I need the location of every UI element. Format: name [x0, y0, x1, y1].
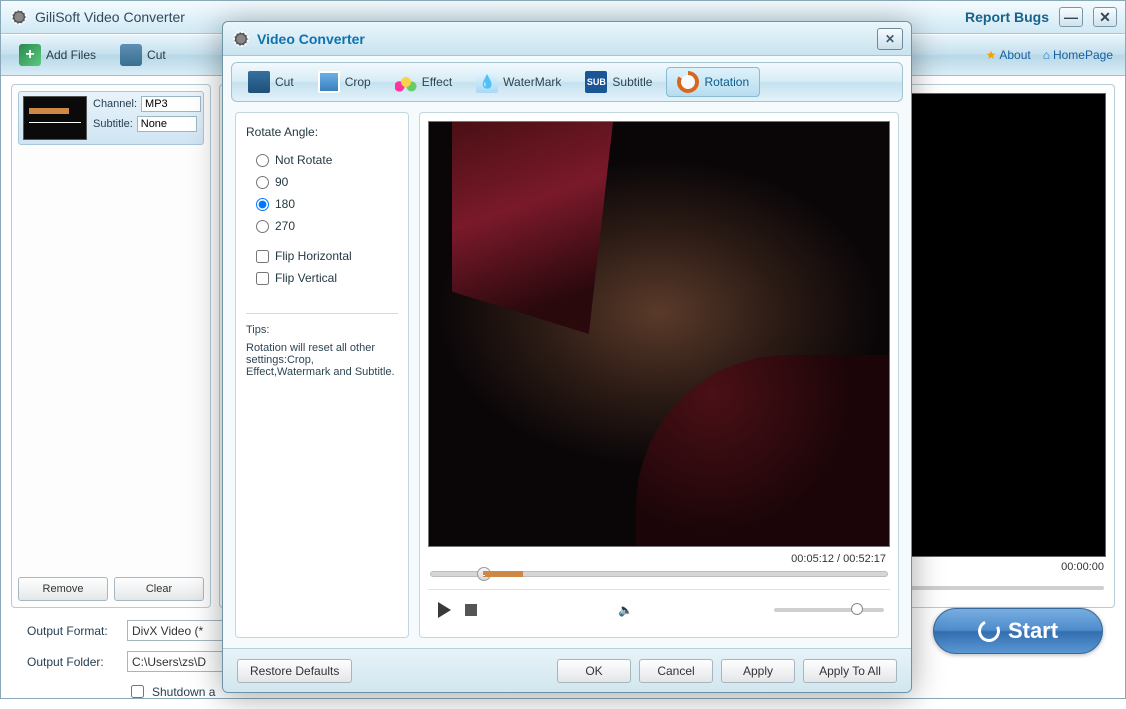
- restore-defaults-button[interactable]: Restore Defaults: [237, 659, 352, 683]
- radio-270[interactable]: 270: [256, 219, 398, 233]
- output-format-input[interactable]: [127, 620, 237, 641]
- dialog-body: Rotate Angle: Not Rotate 90 180 270 Flip…: [223, 102, 911, 648]
- dialog-footer: Restore Defaults OK Cancel Apply Apply T…: [223, 648, 911, 692]
- rotate-angle-label: Rotate Angle:: [246, 125, 398, 139]
- file-thumbnail: [23, 96, 87, 140]
- check-flip-horizontal[interactable]: Flip Horizontal: [256, 249, 398, 263]
- preview-video: [428, 121, 890, 547]
- tab-cut-label: Cut: [275, 75, 294, 89]
- preview-controls: 🔈: [428, 589, 890, 629]
- rotation-settings-pane: Rotate Angle: Not Rotate 90 180 270 Flip…: [235, 112, 409, 638]
- refresh-icon: [975, 617, 1003, 645]
- tab-cut[interactable]: Cut: [238, 67, 304, 97]
- homepage-link[interactable]: ⌂HomePage: [1043, 48, 1113, 62]
- tips-box: Tips: Rotation will reset all other sett…: [246, 313, 398, 378]
- close-main-button[interactable]: ✕: [1093, 7, 1117, 27]
- shutdown-checkbox[interactable]: Shutdown a: [127, 682, 237, 701]
- add-files-icon: [19, 44, 41, 66]
- cut-tab-icon: [248, 71, 270, 93]
- report-bugs-link[interactable]: Report Bugs: [965, 9, 1049, 25]
- app-title: GiliSoft Video Converter: [35, 9, 185, 25]
- radio-180-label: 180: [275, 197, 295, 211]
- tips-body: Rotation will reset all other settings:C…: [246, 342, 398, 378]
- homepage-label: HomePage: [1053, 48, 1113, 62]
- time-sep: /: [834, 553, 843, 565]
- clear-button[interactable]: Clear: [114, 577, 204, 601]
- output-folder-input[interactable]: [127, 651, 237, 672]
- time-total: 00:52:17: [843, 553, 886, 565]
- shutdown-label: Shutdown a: [152, 685, 215, 699]
- check-flip-vertical[interactable]: Flip Vertical: [256, 271, 398, 285]
- about-label: About: [999, 48, 1030, 62]
- stop-button[interactable]: [465, 604, 477, 616]
- flip-h-label: Flip Horizontal: [275, 249, 352, 263]
- tab-effect[interactable]: Effect: [385, 67, 462, 97]
- cut-button[interactable]: Cut: [114, 41, 172, 69]
- tips-title: Tips:: [246, 324, 398, 336]
- start-button[interactable]: Start: [933, 608, 1103, 654]
- dialog-title: Video Converter: [257, 31, 871, 47]
- shutdown-check-input[interactable]: [131, 685, 144, 698]
- dialog-icon: [231, 29, 251, 49]
- radio-270-label: 270: [275, 219, 295, 233]
- tab-rotation-label: Rotation: [704, 75, 749, 89]
- app-icon: [9, 7, 29, 27]
- output-format-label: Output Format:: [27, 624, 119, 638]
- rotation-tab-icon: [677, 71, 699, 93]
- cut-label: Cut: [147, 48, 166, 62]
- subtitle-label: Subtitle:: [93, 118, 133, 130]
- tab-watermark[interactable]: WaterMark: [466, 67, 571, 97]
- channel-input[interactable]: [141, 96, 201, 112]
- preview-pane: 00:05:12 / 00:52:17 🔈: [419, 112, 899, 638]
- dialog-close-button[interactable]: ✕: [877, 28, 903, 50]
- tab-subtitle-label: Subtitle: [612, 75, 652, 89]
- ok-button[interactable]: OK: [557, 659, 631, 683]
- editor-dialog: Video Converter ✕ Cut Crop Effect WaterM…: [222, 21, 912, 693]
- start-label: Start: [1008, 618, 1058, 644]
- tab-rotation[interactable]: Rotation: [666, 67, 760, 97]
- radio-not-rotate[interactable]: Not Rotate: [256, 153, 398, 167]
- about-link[interactable]: ★About: [986, 48, 1031, 62]
- file-item[interactable]: Channel: Subtitle:: [18, 91, 204, 145]
- preview-time: 00:05:12 / 00:52:17: [428, 547, 890, 567]
- channel-label: Channel:: [93, 98, 137, 110]
- editor-tabs: Cut Crop Effect WaterMark SUB Subtitle Ro…: [231, 62, 903, 102]
- flip-v-label: Flip Vertical: [275, 271, 337, 285]
- seek-bar[interactable]: [428, 567, 890, 585]
- add-files-label: Add Files: [46, 48, 96, 62]
- crop-tab-icon: [318, 71, 340, 93]
- subtitle-input[interactable]: [137, 116, 197, 132]
- remove-button[interactable]: Remove: [18, 577, 108, 601]
- tab-crop[interactable]: Crop: [308, 67, 381, 97]
- radio-180[interactable]: 180: [256, 197, 398, 211]
- cancel-button[interactable]: Cancel: [639, 659, 713, 683]
- dialog-volume-slider[interactable]: [774, 608, 884, 612]
- play-button[interactable]: [438, 602, 451, 618]
- radio-not-rotate-label: Not Rotate: [275, 153, 332, 167]
- radio-90[interactable]: 90: [256, 175, 398, 189]
- cut-icon: [120, 44, 142, 66]
- dialog-titlebar: Video Converter ✕: [223, 22, 911, 56]
- effect-tab-icon: [395, 71, 417, 93]
- home-icon: ⌂: [1043, 48, 1050, 62]
- minimize-button[interactable]: —: [1059, 7, 1083, 27]
- tab-crop-label: Crop: [345, 75, 371, 89]
- tab-subtitle[interactable]: SUB Subtitle: [575, 67, 662, 97]
- tab-effect-label: Effect: [422, 75, 452, 89]
- watermark-tab-icon: [476, 71, 498, 93]
- time-current: 00:05:12: [791, 553, 834, 565]
- apply-button[interactable]: Apply: [721, 659, 795, 683]
- subtitle-tab-icon: SUB: [585, 71, 607, 93]
- radio-90-label: 90: [275, 175, 288, 189]
- apply-to-all-button[interactable]: Apply To All: [803, 659, 897, 683]
- add-files-button[interactable]: Add Files: [13, 41, 102, 69]
- tab-watermark-label: WaterMark: [503, 75, 561, 89]
- file-list-panel: Channel: Subtitle: Remove Clear: [11, 84, 211, 608]
- volume-icon: 🔈: [618, 603, 633, 617]
- output-folder-label: Output Folder:: [27, 655, 119, 669]
- star-icon: ★: [986, 48, 997, 62]
